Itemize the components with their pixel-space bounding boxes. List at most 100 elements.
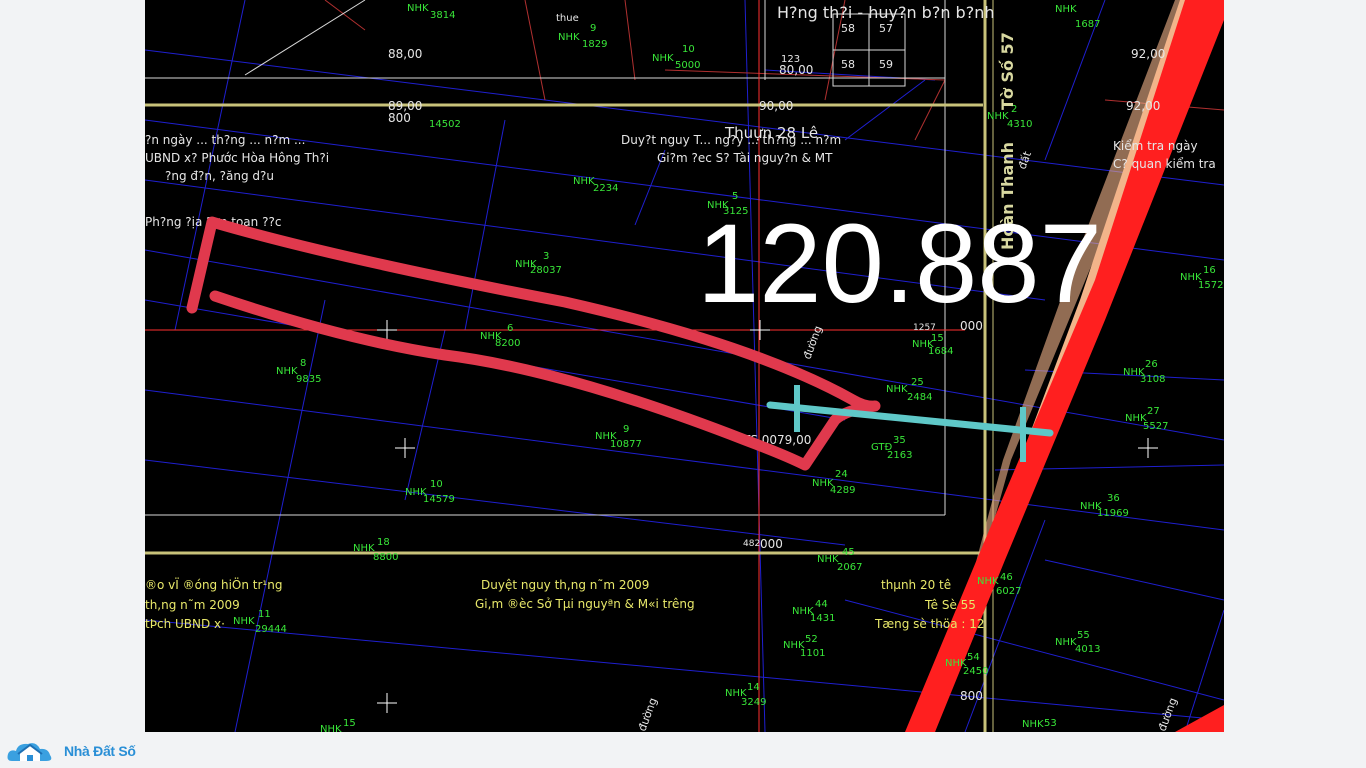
parcel-label: NHK [558, 32, 580, 43]
parcel-label: 15 [931, 333, 944, 344]
parcel-label: 11 [258, 609, 271, 620]
parcel-label: 14579 [423, 494, 455, 505]
parcel-label: NHK [573, 176, 595, 187]
road-red-corner [1175, 705, 1224, 732]
parcel-label: 4310 [1007, 119, 1032, 130]
brand-name: Nhà Đất Số [64, 743, 136, 759]
parcel-label: NHK [320, 724, 342, 732]
parcel-label: 16 [1203, 265, 1216, 276]
parcel-label: 15 [343, 718, 356, 729]
parcel-label: 26 [1145, 359, 1158, 370]
parcel-label: NHK [407, 3, 429, 14]
svg-text:Gi,m ®èc Sở Tµi nguyªn & M«i t: Gi,m ®èc Sở Tµi nguyªn & M«i tr­êng [475, 597, 695, 611]
parcel-label: 10 [682, 44, 695, 55]
svg-text:H?ng th?i - huy?n b?n b?nh: H?ng th?i - huy?n b?n b?nh [777, 3, 994, 22]
parcel-label: 6027 [996, 586, 1021, 597]
parcel-label: 28037 [530, 265, 562, 276]
parcel-label: 14502 [429, 119, 461, 130]
svg-text:57: 57 [879, 22, 893, 35]
svg-text:Tæng sè thöa : 12: Tæng sè thöa : 12 [874, 617, 985, 631]
svg-text:th,ng n˜m 2009: th,ng n˜m 2009 [145, 598, 240, 612]
parcel-label: 2484 [907, 392, 932, 403]
parcel-label: NHK [233, 616, 255, 627]
parcel-label: 3 [543, 251, 549, 262]
parcel-label: 29444 [255, 624, 287, 635]
area-value-overlay: 120.887 [697, 201, 1102, 326]
parcel-label: NHK [1055, 637, 1077, 648]
sheet-number-label: Tờ Số 57 [998, 32, 1017, 110]
svg-text:92,00: 92,00 [1131, 47, 1165, 61]
svg-text:UBND x? Phước Hòa Hông Th?i: UBND x? Phước Hòa Hông Th?i [145, 151, 329, 165]
parcel-label: NHK [353, 543, 375, 554]
svg-text:Kiểm tra ngày: Kiểm tra ngày [1113, 139, 1198, 153]
parcel-label: NHK [886, 384, 908, 395]
parcel-label: 44 [815, 599, 828, 610]
svg-text:80,00: 80,00 [779, 63, 813, 77]
parcel-label: NHK [276, 366, 298, 377]
svg-text:58: 58 [841, 22, 855, 35]
parcel-label: 53 [1044, 718, 1057, 729]
svg-text:123: 123 [781, 54, 800, 65]
svg-text:?n ngày ... th?ng ... n?m ...: ?n ngày ... th?ng ... n?m ... [145, 133, 305, 147]
parcel-label: 24 [835, 469, 848, 480]
parcel-label: 8 [300, 358, 306, 369]
svg-text:59: 59 [879, 58, 893, 71]
house-cloud-icon [7, 743, 52, 761]
cadastral-map[interactable]: NHK 3814 NHK 9 1829 NHK 10 5000 14502 NH… [145, 0, 1224, 732]
parcel-label: 8200 [495, 338, 520, 349]
parcel-label: 6 [507, 323, 513, 334]
parcel-label: 2067 [837, 562, 862, 573]
parcel-label: 10877 [610, 439, 642, 450]
parcel-label: 45 [842, 547, 855, 558]
parcel-label: 18 [377, 537, 390, 548]
svg-text:®o vÏ ®óng hiÖn tr¹ng: ®o vÏ ®óng hiÖn tr¹ng [145, 576, 282, 592]
parcel-label: 1431 [810, 613, 835, 624]
svg-text:482: 482 [743, 539, 760, 549]
svg-text:thµnh 20 tê: thµnh 20 tê [881, 578, 951, 592]
parcel-label: 35 [893, 435, 906, 446]
svg-text:Gi?m ?ec S? Tài nguy?n & MT: Gi?m ?ec S? Tài nguy?n & MT [657, 151, 833, 165]
parcel-label: 27 [1147, 406, 1160, 417]
parcel-label: NHK [652, 53, 674, 64]
parcel-label: 1684 [928, 346, 953, 357]
svg-text:800: 800 [960, 689, 983, 703]
parcel-label: 3249 [741, 697, 766, 708]
parcel-label: 11969 [1097, 508, 1129, 519]
parcel-label: NHK [987, 111, 1009, 122]
svg-text:88,00: 88,00 [388, 47, 422, 61]
parcel-label: NHK [817, 554, 839, 565]
svg-text:Tê Sè 55: Tê Sè 55 [924, 598, 976, 612]
parcel-label: 14 [747, 682, 760, 693]
parcel-label: 4289 [830, 485, 855, 496]
parcel-label: 55 [1077, 630, 1090, 641]
grid-yellow-lines [145, 0, 987, 732]
parcel-label: NHK [1055, 4, 1077, 15]
parcel-label: 1101 [800, 648, 825, 659]
parcel-label: 8800 [373, 552, 398, 563]
parcel-label: 5000 [675, 60, 700, 71]
svg-text:đường: đường [636, 696, 660, 732]
svg-text:tÞch UBND x·: tÞch UBND x· [145, 617, 225, 631]
parcel-label: 46 [1000, 572, 1013, 583]
parcel-label: 4013 [1075, 644, 1100, 655]
svg-text:Duyệt nguy th,ng n˜m 200: Duyệt nguy th,ng n˜m 2009 [481, 578, 649, 592]
svg-text:92,00: 92,00 [1126, 99, 1160, 113]
brand-logo[interactable]: Nhà Đất Số [6, 734, 136, 768]
parcel-label: 2163 [887, 450, 912, 461]
svg-text:58: 58 [841, 58, 855, 71]
parcel-label: 5527 [1143, 421, 1168, 432]
parcel-label: 9835 [296, 374, 321, 385]
svg-text:000: 000 [760, 537, 783, 551]
parcel-label: 54 [967, 652, 980, 663]
parcel-label: 1687 [1075, 19, 1100, 30]
parcel-label: 1572 [1198, 280, 1223, 291]
svg-text:800: 800 [388, 111, 411, 125]
svg-text:C? quan kiểm tra: C? quan kiểm tra [1113, 157, 1216, 171]
parcel-label: NHK [1022, 719, 1044, 730]
parcel-label: 2450 [963, 666, 988, 677]
parcel-label: 9 [623, 424, 629, 435]
map-canvas: NHK 3814 NHK 9 1829 NHK 10 5000 14502 NH… [145, 0, 1224, 732]
svg-text:thue: thue [556, 13, 579, 24]
parcel-label: 3108 [1140, 374, 1165, 385]
parcel-label: 3814 [430, 10, 455, 21]
